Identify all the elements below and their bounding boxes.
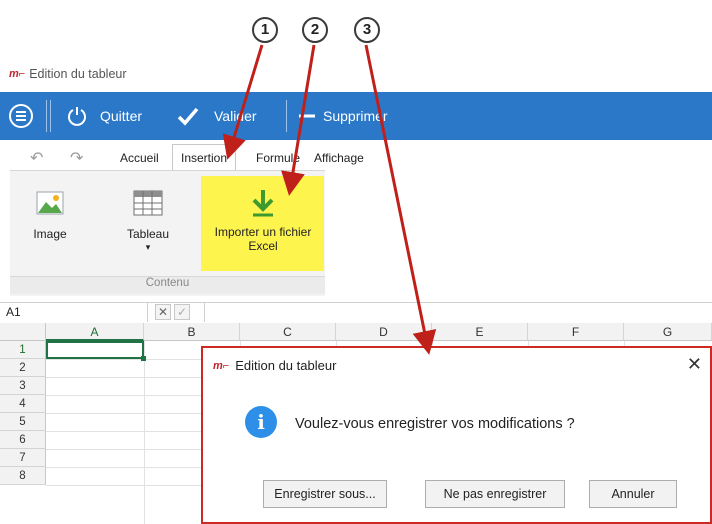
tab-display[interactable]: Affichage [314,151,364,165]
cancel-label: Annuler [611,487,655,501]
dont-save-button[interactable]: Ne pas enregistrer [425,480,565,508]
save-as-button[interactable]: Enregistrer sous... [263,480,387,508]
column-header-e[interactable]: E [432,323,528,341]
quit-label: Quitter [100,108,143,124]
column-header-c[interactable]: C [240,323,336,341]
dialog-title-text: Edition du tableur [235,358,337,373]
row-header-5[interactable]: 5 [0,413,46,431]
undo-icon[interactable]: ↶ [30,148,43,168]
callout-3: 3 [354,17,380,43]
close-icon[interactable]: ✕ [687,354,702,375]
formula-cancel-button[interactable]: ✕ [155,304,171,320]
callout-1: 1 [252,17,278,43]
import-label-1: Importer un fichier [214,225,312,239]
row-header-8[interactable]: 8 [0,467,46,485]
image-icon [36,191,64,215]
insert-table-button[interactable]: Tableau ▾ [118,190,178,253]
dialog-message: Voulez-vous enregistrer vos modification… [295,416,575,432]
window-title-text: Edition du tableur [29,67,127,81]
app-logo: m⌐ [9,68,26,80]
cancel-button[interactable]: Annuler [589,480,677,508]
dialog-title: m⌐ Edition du tableur [213,358,336,373]
ribbon-tabs: ↶ ↷ Accueil Insertion Formule Affichage [0,144,712,170]
corner-cell[interactable] [0,323,46,341]
column-header-g[interactable]: G [624,323,712,341]
delete-button[interactable]: Supprimer [297,92,388,140]
formula-input[interactable] [204,303,712,322]
info-icon: i [245,406,277,438]
tab-insert[interactable]: Insertion [172,144,237,170]
row-header-1[interactable]: 1 [0,341,46,359]
dialog-logo: m⌐ [213,359,230,372]
row-header-4[interactable]: 4 [0,395,46,413]
callout-2: 2 [302,17,328,43]
selected-cell-a1[interactable] [46,341,144,359]
redo-icon[interactable]: ↷ [70,148,83,168]
table-dropdown-icon: ▾ [145,242,151,252]
save-dialog: m⌐ Edition du tableur ✕ i Voulez-vous en… [201,346,712,524]
row-header-6[interactable]: 6 [0,431,46,449]
formula-bar: A1 ✕ ✓ [0,302,712,324]
ribbon-group-label: Contenu [10,276,325,294]
column-header-d[interactable]: D [336,323,432,341]
menu-button[interactable] [8,92,34,140]
column-header-b[interactable]: B [144,323,240,341]
dont-save-label: Ne pas enregistrer [443,487,547,501]
column-header-f[interactable]: F [528,323,624,341]
tab-formula[interactable]: Formule [256,151,300,165]
delete-label: Supprimer [323,108,388,124]
import-label-2: Excel [248,239,278,253]
tab-home[interactable]: Accueil [120,151,159,165]
cancel-x-icon: ✕ [157,305,169,319]
row-header-7[interactable]: 7 [0,449,46,467]
save-as-label: Enregistrer sous... [274,487,376,501]
fill-handle[interactable] [141,356,146,361]
power-icon [68,107,86,126]
row-header-2[interactable]: 2 [0,359,46,377]
name-box[interactable]: A1 [0,303,148,322]
minus-icon [299,114,315,118]
insert-image-button[interactable]: Image [24,190,76,241]
validate-button[interactable]: Valider [176,92,257,140]
hamburger-circle-icon [9,104,33,128]
validate-label: Valider [214,108,257,124]
window-title: m⌐ Edition du tableur [9,65,127,83]
formula-confirm-button[interactable]: ✓ [174,304,190,320]
quit-button[interactable]: Quitter [66,92,142,140]
column-header-a[interactable]: A [46,323,144,341]
confirm-check-icon: ✓ [176,305,188,319]
table-icon [133,190,163,216]
checkmark-icon [177,107,199,126]
image-label: Image [33,227,67,241]
download-arrow-icon [252,190,274,217]
row-header-3[interactable]: 3 [0,377,46,395]
table-label: Tableau [126,227,170,241]
import-excel-button[interactable]: Importer un fichier Excel [203,188,323,253]
main-toolbar: Quitter Valider Supprimer [0,92,712,140]
